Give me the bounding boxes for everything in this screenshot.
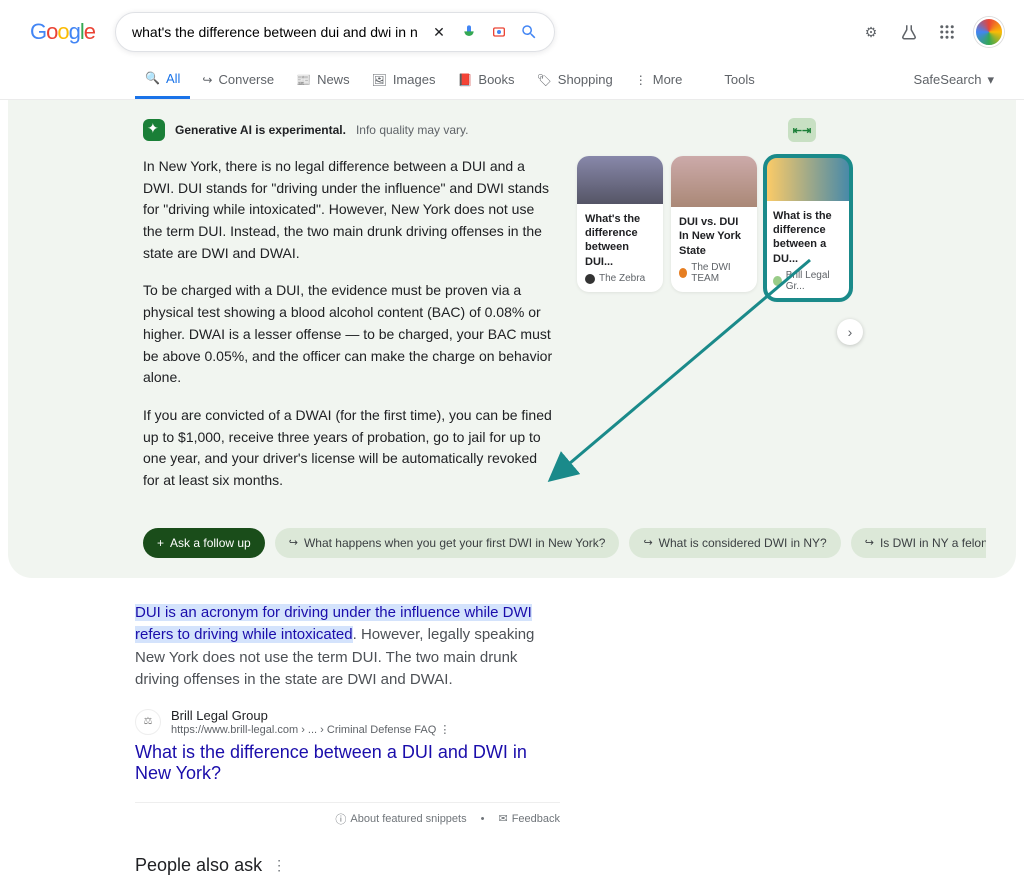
safesearch-toggle[interactable]: SafeSearch▾ [914, 72, 994, 88]
tab-tools[interactable]: Tools [714, 60, 764, 99]
followup-chip[interactable]: ↪What happens when you get your first DW… [275, 528, 620, 558]
source-cards: What's the difference between DUI... The… [577, 156, 851, 508]
more-icon[interactable]: ⋮ [272, 857, 286, 874]
tab-all[interactable]: 🔍All [135, 60, 190, 99]
followup-chip[interactable]: ↪What is considered DWI in NY? [629, 528, 840, 558]
result-source: ⚖ Brill Legal Group https://www.brill-le… [135, 708, 560, 736]
tab-converse[interactable]: ↪Converse [192, 60, 284, 99]
tab-news[interactable]: 📰News [286, 60, 359, 99]
account-avatar[interactable] [974, 17, 1004, 47]
google-logo[interactable]: Google [30, 19, 95, 45]
search-tabs: 🔍All ↪Converse 📰News 🖼Images 📕Books 🏷Sho… [0, 60, 1024, 100]
card-source: Brill Legal Gr... [765, 270, 851, 300]
feedback-link[interactable]: ✉ Feedback [498, 811, 560, 827]
sge-badge-bold: Generative AI is experimental. [175, 123, 346, 137]
favicon-icon [585, 274, 595, 284]
favicon-icon [773, 276, 782, 286]
favicon-icon: ⚖ [135, 709, 161, 735]
more-icon[interactable]: ⋮ [439, 724, 450, 736]
tab-shopping[interactable]: 🏷Shopping [527, 60, 623, 99]
sge-badge-rest: Info quality may vary. [356, 123, 469, 137]
tab-more[interactable]: ⋮More [625, 60, 693, 99]
sge-answer-text: In New York, there is no legal differenc… [143, 156, 553, 508]
featured-snippet: DUI is an acronym for driving under the … [135, 602, 560, 692]
voice-search-icon[interactable] [460, 23, 478, 41]
dot-separator: • [481, 811, 485, 827]
card-title: DUI vs. DUI In New York State [671, 207, 757, 262]
card-source: The Zebra [577, 273, 663, 292]
tab-books[interactable]: 📕Books [447, 60, 524, 99]
cards-next-button[interactable]: › [837, 319, 863, 345]
card-title: What is the difference between a DU... [765, 201, 851, 270]
sparkle-icon [143, 119, 165, 141]
source-card[interactable]: What's the difference between DUI... The… [577, 156, 663, 292]
sge-collapse-button[interactable]: ⇤⇥ [788, 118, 816, 142]
people-also-ask-heading: People also ask ⋮ [135, 855, 560, 876]
apps-icon[interactable] [936, 21, 958, 43]
followup-chip[interactable]: ↪Is DWI in NY a felony [851, 528, 986, 558]
source-card[interactable]: DUI vs. DUI In New York State The DWI TE… [671, 156, 757, 292]
card-image [765, 156, 851, 201]
settings-icon[interactable]: ⚙ [860, 21, 882, 43]
lens-icon[interactable] [490, 23, 508, 41]
search-icon[interactable] [520, 23, 538, 41]
about-snippets-link[interactable]: ⓘ About featured snippets [335, 811, 466, 827]
clear-icon[interactable]: ✕ [430, 23, 448, 41]
card-source: The DWI TEAM [671, 262, 757, 292]
source-card-highlighted[interactable]: What is the difference between a DU... B… [765, 156, 851, 300]
labs-icon[interactable] [898, 21, 920, 43]
search-bar[interactable]: ✕ [115, 12, 555, 52]
tab-images[interactable]: 🖼Images [362, 60, 446, 99]
source-name: Brill Legal Group [171, 708, 450, 723]
source-url: https://www.brill-legal.com › ... › Crim… [171, 723, 450, 736]
ask-followup-button[interactable]: +Ask a follow up [143, 528, 265, 558]
generative-ai-panel: Generative AI is experimental. Info qual… [8, 100, 1016, 578]
card-image [671, 156, 757, 207]
result-title-link[interactable]: What is the difference between a DUI and… [135, 742, 560, 784]
search-input[interactable] [132, 24, 418, 40]
card-title: What's the difference between DUI... [577, 204, 663, 273]
favicon-icon [679, 268, 687, 278]
card-image [577, 156, 663, 204]
followup-chips: +Ask a follow up ↪What happens when you … [143, 528, 986, 558]
